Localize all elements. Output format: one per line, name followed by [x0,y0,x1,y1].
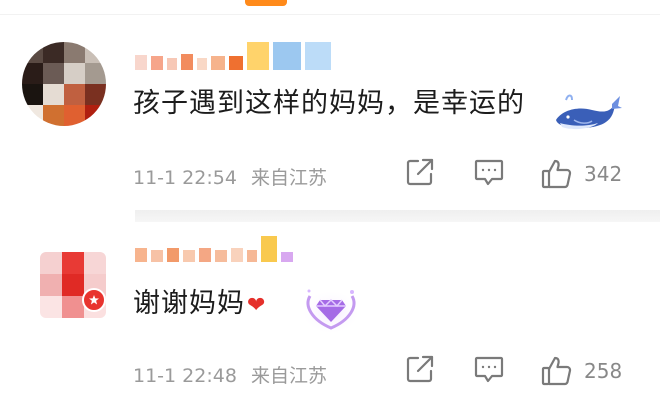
avatar-pixel [43,63,64,84]
heart-emoji-icon: ❤ [247,293,267,318]
avatar-pixel [85,84,106,105]
nickname-pixel [247,250,257,262]
comment-icon [474,159,504,186]
username-blurred[interactable] [135,236,293,262]
like-button[interactable]: 342 [540,157,622,191]
avatar-pixel [40,274,62,296]
reply-button[interactable] [473,157,505,187]
avatar-pixel [62,296,84,318]
comment-time: 11-1 22:54 [133,167,237,189]
avatar-pixel [22,63,43,84]
avatar-pixel [22,105,43,126]
top-divider [0,14,660,15]
nickname-pixel [215,250,227,262]
avatar-pixel [85,105,106,126]
comment-separator [135,210,660,222]
nickname-pixel [181,54,193,70]
nickname-pixel [197,58,207,70]
avatar-pixel [40,296,62,318]
diamond-heart-sticker [301,287,361,333]
nickname-pixel [211,56,225,70]
share-button[interactable] [405,157,435,187]
nickname-pixel [167,58,177,70]
nickname-pixel [167,248,179,262]
comment-text-content: 谢谢妈妈 [133,288,245,319]
avatar-pixel [84,252,106,274]
nickname-pixel [183,250,195,262]
comment-text: 孩子遇到这样的妈妈，是幸运的 [133,88,525,119]
comment-icon [474,356,504,383]
comment-text: 谢谢妈妈❤ [133,281,266,320]
avatar-pixel [22,84,43,105]
top-tab-indicator [245,0,287,6]
avatar-pixel [64,63,85,84]
share-icon [406,158,434,186]
nickname-pixel [305,42,331,70]
nickname-pixel [273,42,301,70]
thumbs-up-icon [541,159,572,189]
nickname-pixel [135,248,147,262]
share-button[interactable] [405,354,435,384]
nickname-pixel [247,42,269,70]
nickname-pixel [151,250,163,262]
avatar-pixel [64,84,85,105]
thumbs-up-icon [541,356,572,386]
like-count: 342 [584,162,623,186]
verified-star-badge-icon [82,288,106,312]
nickname-pixel [231,248,243,262]
avatar-pixel [43,84,64,105]
nickname-pixel [229,56,243,70]
avatar-pixel [85,42,106,63]
avatar-pixel [62,252,84,274]
avatar-pixel [64,105,85,126]
comment-location: 来自江苏 [250,167,327,189]
avatar-pixel [43,42,64,63]
nickname-pixel [135,55,147,70]
nickname-pixel [261,236,277,262]
avatar[interactable] [22,42,106,126]
avatar-pixel [43,105,64,126]
comment-time: 11-1 22:48 [133,365,237,387]
nickname-pixel [199,248,211,262]
nickname-pixel [151,56,163,70]
reply-button[interactable] [473,354,505,384]
avatar-pixel [64,42,85,63]
comment-location: 来自江苏 [250,365,327,387]
nickname-pixel [281,252,293,262]
whale-sticker [556,94,622,130]
like-count: 258 [584,359,623,383]
comment-meta: 11-1 22:54 来自江苏 [133,163,327,190]
avatar-pixel [85,63,106,84]
comment-meta: 11-1 22:48 来自江苏 [133,361,327,388]
avatar-pixel [62,274,84,296]
comment-item: 孩子遇到这样的妈妈，是幸运的 11-1 22:54 来自江苏 342 [0,20,660,210]
avatar-pixel [40,252,62,274]
comment-item: 谢谢妈妈❤ 11-1 22:48 来自江苏 258 [0,222,660,414]
share-icon [406,355,434,383]
username-blurred[interactable] [135,42,331,70]
avatar-pixel [22,42,43,63]
like-button[interactable]: 258 [540,354,622,388]
